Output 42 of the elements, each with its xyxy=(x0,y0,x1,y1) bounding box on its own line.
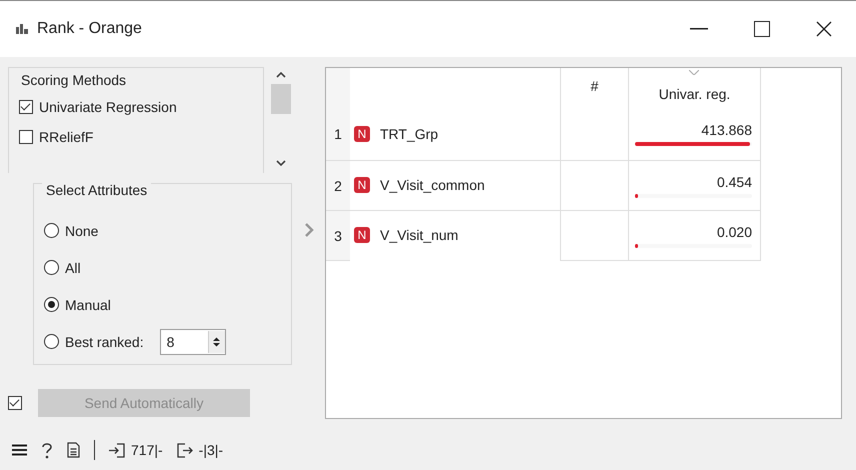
checkbox-label[interactable]: RReliefF xyxy=(39,129,94,145)
group-title: Select Attributes xyxy=(42,182,152,198)
type-badge: N xyxy=(354,126,370,142)
radio-label[interactable]: Best ranked: xyxy=(65,334,144,350)
table-cell: V_Visit_common xyxy=(380,177,485,193)
close-icon[interactable] xyxy=(816,21,832,37)
table-cell-text: 413.868 xyxy=(700,122,752,138)
checkbox-label[interactable]: Univariate Regression xyxy=(39,99,177,115)
checkbox[interactable] xyxy=(19,100,33,114)
help-icon[interactable] xyxy=(41,442,53,458)
radio-button[interactable] xyxy=(44,297,59,312)
output-summary: -|3|- xyxy=(198,442,224,458)
input-summary: 717|- xyxy=(131,442,163,458)
radio-button[interactable] xyxy=(44,260,59,275)
type-badge: N xyxy=(354,177,370,193)
radio-label[interactable]: None xyxy=(65,222,98,238)
table-cell: V_Visit_num xyxy=(380,227,458,243)
row-number: 1 xyxy=(326,108,350,160)
radio-label[interactable]: All xyxy=(65,260,81,276)
output-icon[interactable] xyxy=(176,442,193,458)
table-cell-text: 0.454 xyxy=(716,174,752,190)
radio-button[interactable] xyxy=(44,223,59,238)
document-icon[interactable] xyxy=(67,442,80,458)
column-header[interactable]: # xyxy=(560,68,628,108)
app-icon xyxy=(16,24,29,34)
sort-icon xyxy=(689,70,699,75)
column-header[interactable]: Univar. reg. xyxy=(628,68,760,108)
table-cell: TRT_Grp xyxy=(380,126,438,142)
maximize-icon[interactable] xyxy=(754,21,770,37)
table-cell-text: 0.020 xyxy=(716,224,752,240)
row-number: 2 xyxy=(326,160,350,210)
type-badge: N xyxy=(354,227,370,243)
radio-label[interactable]: Manual xyxy=(65,296,111,312)
window-title: Rank - Orange xyxy=(37,20,142,38)
checkbox[interactable] xyxy=(19,130,33,144)
spin-box[interactable]: 8 xyxy=(160,328,226,354)
scroll-thumb[interactable] xyxy=(271,84,291,114)
row-number: 3 xyxy=(326,210,350,260)
input-icon[interactable] xyxy=(109,442,125,458)
radio-button[interactable] xyxy=(44,334,59,349)
menu-icon[interactable] xyxy=(12,444,27,456)
minimize-icon[interactable] xyxy=(690,28,708,30)
